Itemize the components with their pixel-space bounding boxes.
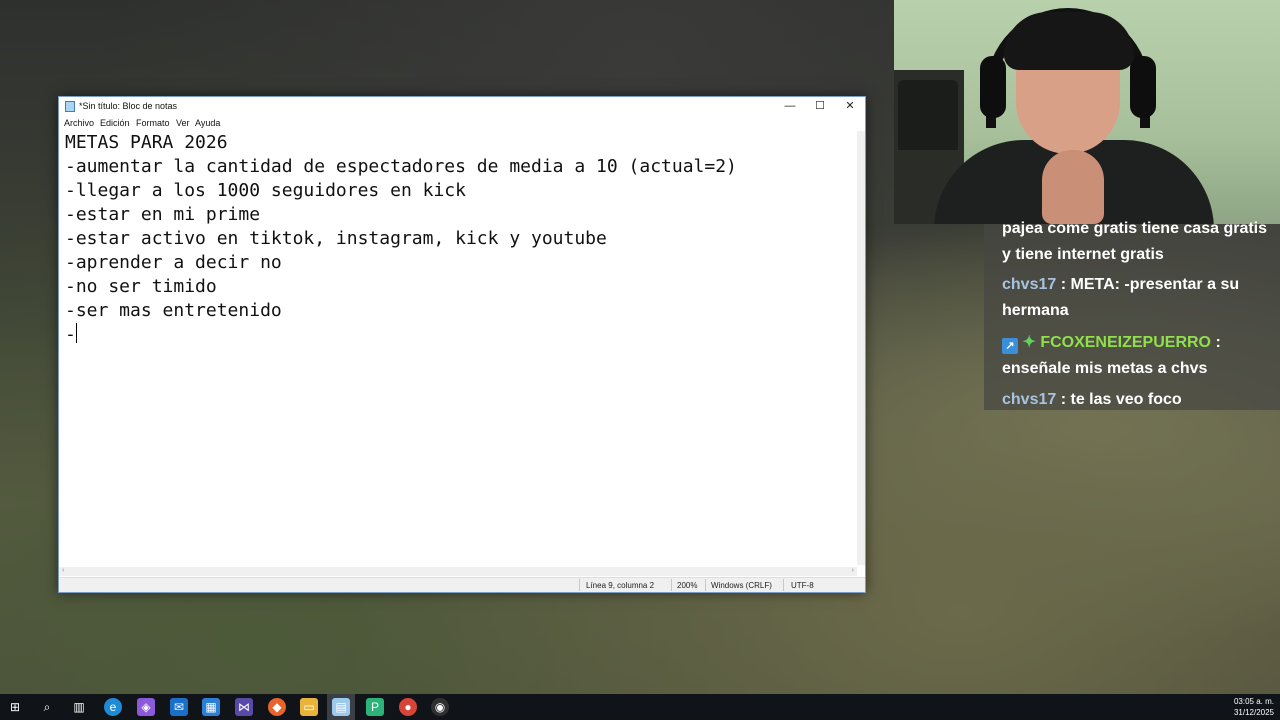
text-caret <box>75 323 77 343</box>
editor-line: -estar en mi prime <box>65 204 261 225</box>
streamer-hand <box>1042 150 1104 224</box>
chrome-icon[interactable]: ● <box>399 698 417 716</box>
menu-archivo[interactable]: Archivo <box>64 118 94 128</box>
zoom-level: 200% <box>677 581 698 590</box>
status-divider <box>671 579 672 591</box>
chat-text: : <box>1211 334 1221 351</box>
menu-edicion[interactable]: Edición <box>100 118 130 128</box>
menu-ver[interactable]: Ver <box>176 118 190 128</box>
store-icon[interactable]: ▦ <box>202 698 220 716</box>
chat-line: y tiene internet gratis <box>984 242 1280 268</box>
stream-chat: pajea come gratis tiene casa gratis y ti… <box>984 220 1280 413</box>
chat-line: pajea come gratis tiene casa gratis <box>984 216 1280 242</box>
system-clock[interactable]: 03:05 a. m. 31/12/2025 <box>1234 696 1274 718</box>
chat-text: : te las veo foco <box>1056 391 1182 408</box>
chat-line: hermana <box>984 298 1280 324</box>
menu-ayuda[interactable]: Ayuda <box>195 118 220 128</box>
horizontal-scrollbar[interactable]: ‹ › <box>59 567 857 576</box>
editor-line: -no ser timido <box>65 276 217 297</box>
menu-formato[interactable]: Formato <box>136 118 170 128</box>
webcam-overlay <box>894 0 1280 224</box>
window-title: *Sin título: Bloc de notas <box>79 101 178 111</box>
scroll-left-icon[interactable]: ‹ <box>62 567 64 574</box>
obs-icon[interactable]: ◉ <box>431 698 449 716</box>
maximize-button[interactable]: ☐ <box>805 97 835 115</box>
chat-text: y tiene internet gratis <box>1002 246 1164 263</box>
edge-icon[interactable]: e <box>104 698 122 716</box>
file-explorer-icon[interactable]: ▭ <box>300 698 318 716</box>
editor-line-text: - <box>65 324 76 345</box>
chat-username[interactable]: chvs17 <box>1002 391 1056 408</box>
task-view-icon[interactable]: ▥ <box>70 698 88 716</box>
close-button[interactable]: ✕ <box>835 97 865 115</box>
scroll-right-icon[interactable]: › <box>852 567 854 574</box>
editor-line: -llegar a los 1000 seguidores en kick <box>65 180 466 201</box>
app-p-icon[interactable]: P <box>366 698 384 716</box>
chat-text: pajea come gratis tiene casa gratis <box>1002 220 1268 237</box>
star-badge-icon: ✦ <box>1022 334 1036 351</box>
brave-icon[interactable]: ◆ <box>268 698 286 716</box>
chat-text: : META: -presentar a su <box>1056 276 1240 293</box>
copilot-icon[interactable]: ◈ <box>137 698 155 716</box>
headphone-cup-left <box>980 56 1006 118</box>
chat-text: hermana <box>1002 302 1069 319</box>
chat-line: chvs17 : META: -presentar a su <box>984 272 1280 298</box>
minimize-button[interactable]: — <box>775 97 805 115</box>
hanging-jersey <box>898 80 958 150</box>
line-ending: Windows (CRLF) <box>711 581 772 590</box>
encoding: UTF-8 <box>791 581 814 590</box>
text-editor[interactable]: METAS PARA 2026 -aumentar la cantidad de… <box>59 131 857 565</box>
clock-time: 03:05 a. m. <box>1233 697 1274 706</box>
headphone-cup-right <box>1130 56 1156 118</box>
mail-icon[interactable]: ✉ <box>170 698 188 716</box>
vertical-scrollbar[interactable] <box>857 131 865 565</box>
chat-text: enseñale mis metas a chvs <box>1002 360 1208 377</box>
status-divider <box>705 579 706 591</box>
visual-studio-icon[interactable]: ⋈ <box>235 698 253 716</box>
status-divider <box>579 579 580 591</box>
editor-line-current: - <box>65 323 857 347</box>
chat-line: chvs17 : te las veo foco <box>984 387 1280 413</box>
windows-start-icon[interactable]: ⊞ <box>6 698 24 716</box>
notepad-icon <box>65 101 75 112</box>
taskbar: ⊞ ⌕ ▥ e ◈ ✉ ▦ ⋈ ◆ ▭ ▤ P ● ◉ 03:05 a. m. … <box>0 694 1280 720</box>
chat-line: ↗ ✦ FCOXENEIZEPUERRO : <box>984 330 1280 356</box>
search-icon[interactable]: ⌕ <box>38 698 56 716</box>
editor-line: -estar activo en tiktok, instagram, kick… <box>65 228 607 249</box>
notepad-taskbar-icon[interactable]: ▤ <box>332 698 350 716</box>
cursor-position: Línea 9, columna 2 <box>586 581 655 590</box>
editor-line: METAS PARA 2026 <box>65 132 228 153</box>
streamer-hair <box>1004 12 1134 70</box>
status-divider <box>783 579 784 591</box>
editor-line: -ser mas entretenido <box>65 300 282 321</box>
status-bar: Línea 9, columna 2 200% Windows (CRLF) U… <box>59 577 865 592</box>
clock-date: 31/12/2025 <box>1233 708 1274 717</box>
chat-username[interactable]: chvs17 <box>1002 276 1056 293</box>
verified-badge-icon: ↗ <box>1002 338 1018 354</box>
editor-line: -aprender a decir no <box>65 252 282 273</box>
chat-username[interactable]: FCOXENEIZEPUERRO <box>1040 334 1211 351</box>
editor-line: -aumentar la cantidad de espectadores de… <box>65 156 737 177</box>
notepad-window: *Sin título: Bloc de notas — ☐ ✕ Archivo… <box>58 96 866 593</box>
title-bar[interactable]: *Sin título: Bloc de notas — ☐ ✕ <box>59 97 865 115</box>
menu-bar: Archivo Edición Formato Ver Ayuda <box>59 115 865 131</box>
chat-line: enseñale mis metas a chvs <box>984 356 1280 382</box>
